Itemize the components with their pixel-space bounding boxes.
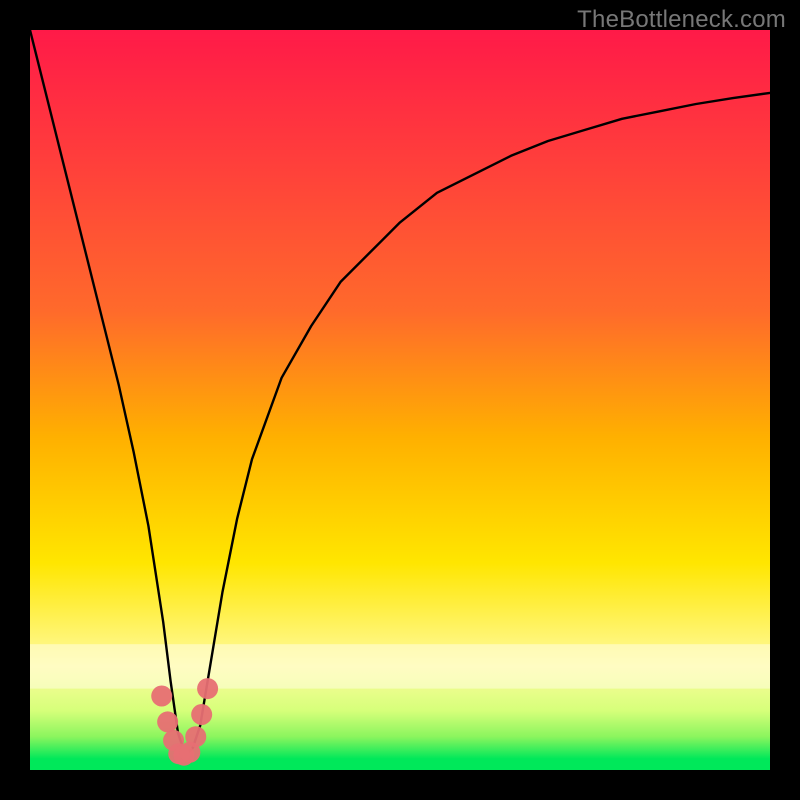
marker-point (151, 686, 172, 707)
chart-frame: TheBottleneck.com (0, 0, 800, 800)
plot-area (30, 30, 770, 770)
marker-point (157, 711, 178, 732)
marker-point (191, 704, 212, 725)
pale-band (30, 644, 770, 688)
marker-point (185, 726, 206, 747)
plot-svg (30, 30, 770, 770)
marker-point (197, 678, 218, 699)
